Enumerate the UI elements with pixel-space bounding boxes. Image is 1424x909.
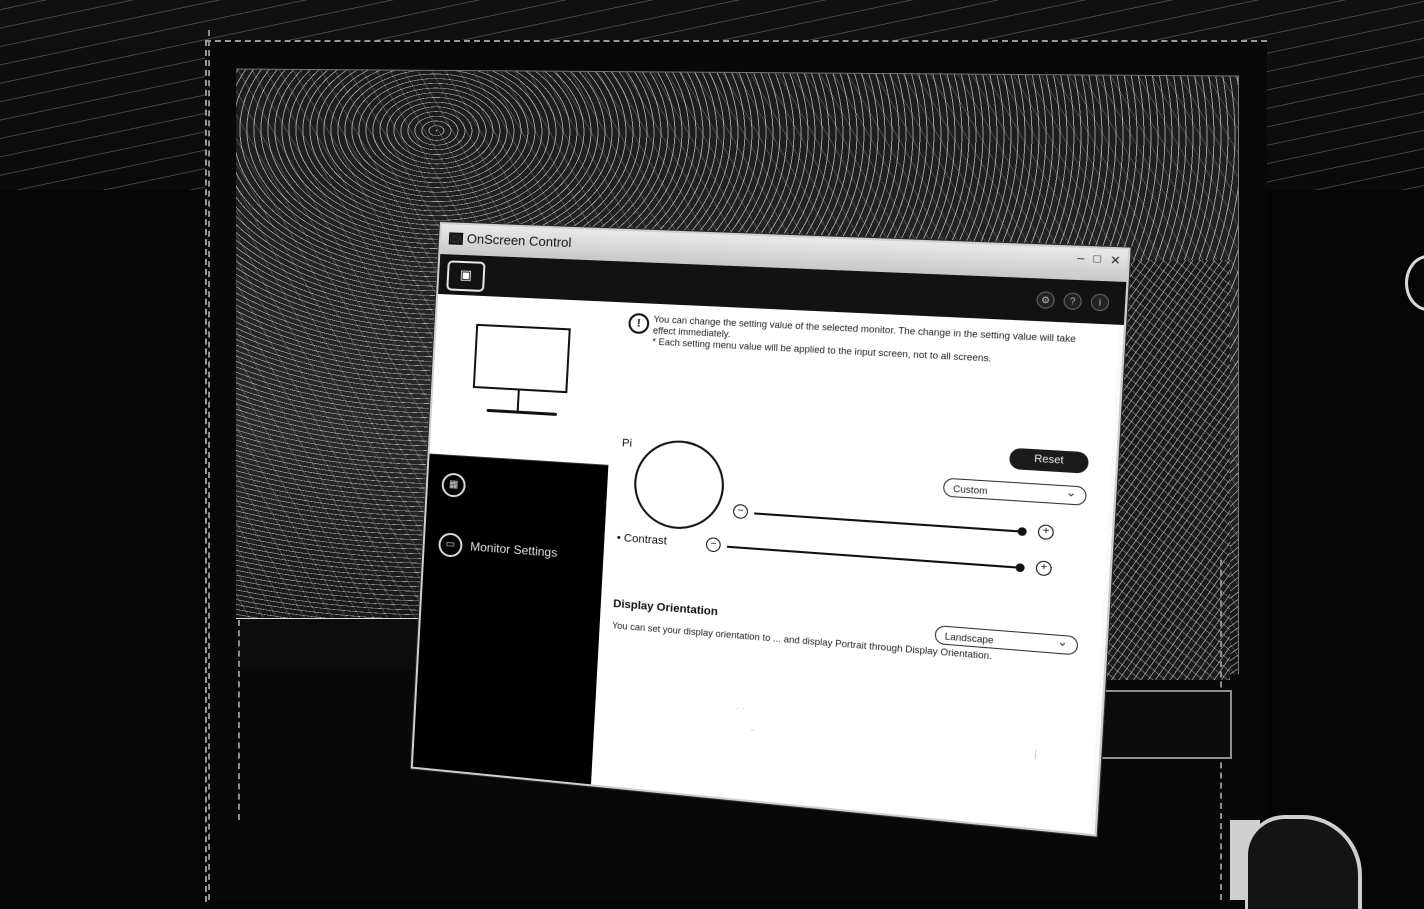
maximize-button[interactable]: □ (1093, 253, 1101, 267)
top-tabs (498, 256, 655, 303)
monitor-settings-icon: ▭ (437, 532, 463, 558)
reset-button[interactable]: Reset (1008, 447, 1090, 474)
monitor-preview-neck (516, 388, 520, 411)
minus-icon[interactable]: − (732, 503, 749, 520)
tab-4[interactable] (613, 261, 654, 303)
onscreen-control-window-wrap: OnScreen Control – □ ✕ ▣ ⚙ ? i ▦ ▭ Monit… (410, 222, 1131, 843)
shelf (1098, 690, 1232, 759)
picture-mode-select[interactable]: Custom (942, 477, 1088, 506)
help-icon[interactable]: ? (1063, 292, 1083, 311)
info-circle-icon: ! (627, 312, 650, 335)
picture-mode-label: Pi (621, 437, 633, 450)
contrast-label: • Contrast (616, 531, 668, 548)
frame-edge-inner (238, 620, 240, 820)
brightness-track[interactable] (754, 512, 1025, 533)
contrast-track[interactable] (726, 545, 1023, 569)
monitor-preview-screen (472, 323, 571, 394)
wall-fixture (1405, 255, 1424, 311)
monitor-preview-base (486, 408, 558, 416)
frame-edge-left (208, 30, 210, 900)
sidebar-item-monitor-settings[interactable]: ▭ Monitor Settings (437, 532, 558, 565)
brightness-knob[interactable] (1017, 527, 1027, 537)
desktop-taskbar-area (236, 618, 446, 671)
info-icon[interactable]: i (1090, 293, 1110, 312)
screen-split-icon: ▦ (441, 472, 467, 498)
settings-gear-icon[interactable]: ⚙ (1036, 291, 1056, 310)
display-orientation-desc: You can set your display orientation to … (611, 620, 993, 662)
minimize-button[interactable]: – (1077, 252, 1085, 266)
faint-mark: · · (735, 702, 746, 714)
close-button[interactable]: ✕ (1110, 253, 1121, 267)
plus-icon[interactable]: + (1035, 560, 1053, 577)
app-title-icon (448, 232, 464, 245)
sidebar-item-screen-split[interactable]: ▦ (441, 472, 474, 498)
display-orientation-title: Display Orientation (612, 597, 719, 619)
minus-icon[interactable]: − (705, 537, 722, 553)
monitor-preview (429, 293, 618, 466)
faint-mark: - (750, 724, 755, 736)
faint-mark: | (1033, 748, 1038, 760)
tab-1[interactable] (498, 256, 538, 298)
sidebar-item-label: Monitor Settings (469, 539, 558, 560)
notice-text: You can change the setting value of the … (652, 314, 1099, 370)
monitor-logo-icon[interactable]: ▣ (446, 260, 486, 293)
tab-3[interactable] (574, 260, 615, 302)
tab-2[interactable] (536, 258, 577, 300)
top-tools: ⚙ ? i (1036, 291, 1110, 312)
cable (1245, 815, 1362, 909)
window-title: OnScreen Control (466, 231, 572, 251)
contrast-knob[interactable] (1015, 563, 1025, 573)
onscreen-control-window: OnScreen Control – □ ✕ ▣ ⚙ ? i ▦ ▭ Monit… (410, 222, 1131, 837)
settings-content: ! You can change the setting value of th… (590, 302, 1120, 834)
sidebar: ▦ ▭ Monitor Settings (412, 293, 618, 785)
window-controls: – □ ✕ (1077, 252, 1121, 268)
plus-icon[interactable]: + (1037, 524, 1055, 541)
